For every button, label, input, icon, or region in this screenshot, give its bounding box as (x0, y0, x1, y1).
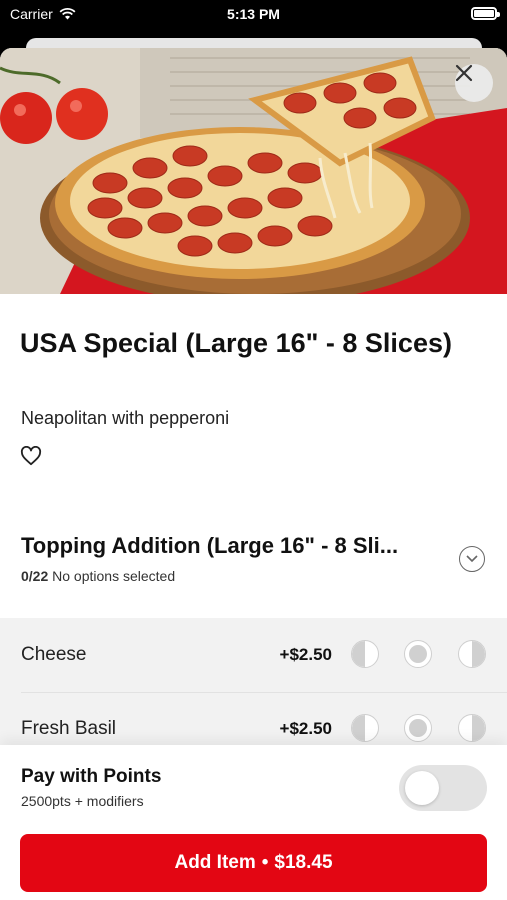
collapse-section-button[interactable] (459, 546, 485, 572)
modifier-count: 0/22 (21, 568, 49, 584)
item-title: USA Special (Large 16" - 8 Slices) (20, 328, 452, 358)
chevron-down-icon (466, 555, 478, 563)
close-icon (455, 64, 473, 82)
item-description: Neapolitan with pepperoni (21, 408, 230, 428)
option-price: +$2.50 (279, 645, 332, 664)
option-row-cheese[interactable]: Cheese +$2.50 (0, 618, 507, 692)
whole-option[interactable] (404, 714, 432, 742)
whole-option[interactable] (404, 640, 432, 668)
add-item-label: Add Item (174, 852, 256, 873)
close-button[interactable] (455, 64, 493, 102)
add-item-separator: • (261, 852, 269, 873)
battery-icon (471, 7, 500, 20)
status-bar: Carrier 5:13 PM (0, 0, 507, 30)
toggle-knob (405, 771, 439, 805)
right-half-option[interactable] (458, 640, 486, 668)
right-half-option[interactable] (458, 714, 486, 742)
pay-with-points-toggle[interactable] (399, 765, 487, 811)
heart-icon[interactable] (20, 446, 42, 466)
option-price: +$2.50 (279, 719, 332, 738)
add-item-button[interactable]: Add Item • $18.45 (20, 834, 487, 892)
modifier-section-title[interactable]: Topping Addition (Large 16" - 8 Sli... (21, 533, 441, 559)
modifier-status-text: No options selected (52, 568, 176, 584)
pay-with-points-subtitle: 2500pts + modifiers (21, 793, 144, 809)
modifier-section-status: 0/22 No options selected (21, 568, 175, 584)
item-photo (0, 48, 507, 294)
item-sheet: USA Special (Large 16" - 8 Slices) Neapo… (0, 48, 507, 900)
status-time: 5:13 PM (227, 6, 280, 22)
option-name: Fresh Basil (21, 718, 117, 739)
left-half-option[interactable] (351, 714, 379, 742)
checkout-panel: Pay with Points 2500pts + modifiers Add … (0, 745, 507, 900)
left-half-option[interactable] (351, 640, 379, 668)
option-name: Cheese (21, 644, 87, 665)
pay-with-points-title: Pay with Points (21, 766, 162, 787)
pizza-illustration (0, 48, 507, 294)
add-item-price: $18.45 (274, 852, 333, 873)
